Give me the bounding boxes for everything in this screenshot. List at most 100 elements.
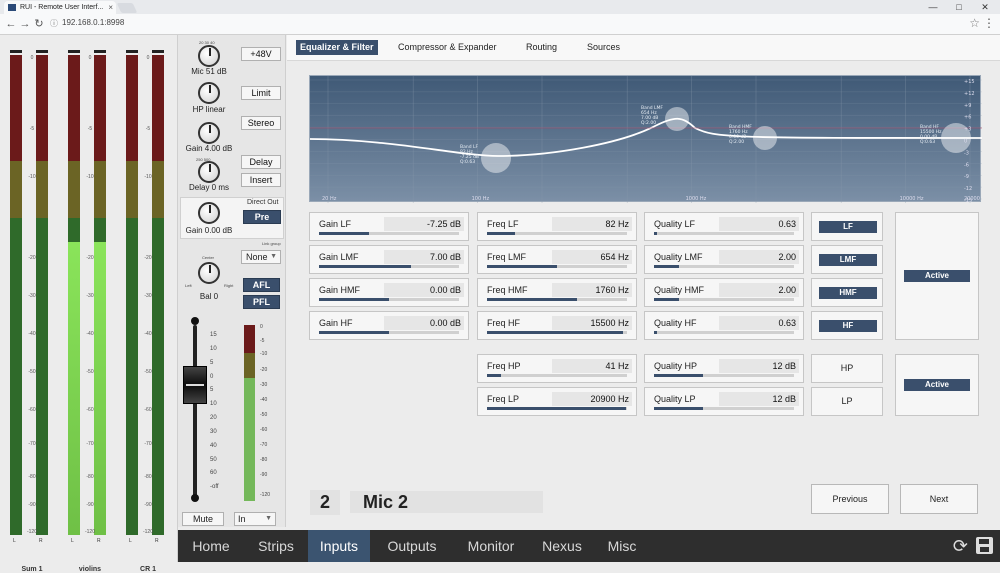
back-icon[interactable]: ← — [4, 16, 18, 32]
filter-active-toggle[interactable]: Active — [895, 354, 979, 416]
param-value[interactable]: 0.00 dB — [384, 283, 464, 297]
param-slider[interactable] — [319, 265, 459, 268]
band-toggle-lf[interactable]: LF — [811, 212, 883, 241]
insert-select[interactable]: In ▼ — [234, 512, 276, 526]
param-value[interactable]: 0.63 — [719, 217, 799, 231]
param-value[interactable]: 1760 Hz — [552, 283, 632, 297]
param-slider[interactable] — [319, 331, 459, 334]
phantom-48v-button[interactable]: +48V — [241, 47, 281, 61]
eq-curve-svg[interactable]: Band LF82 Hz-7.25 dBQ:0.63Band LMF654 Hz… — [310, 76, 982, 203]
param-slider[interactable] — [487, 298, 627, 301]
tab-sources[interactable]: Sources — [583, 40, 624, 55]
param-value[interactable]: 82 Hz — [552, 217, 632, 231]
gain-param[interactable]: Gain HMF 0.00 dB — [309, 278, 469, 307]
limit-button[interactable]: Limit — [241, 86, 281, 100]
nav-home[interactable]: Home — [182, 530, 240, 562]
info-icon[interactable]: ⓘ — [50, 18, 58, 29]
gain-knob[interactable] — [198, 122, 220, 144]
balance-knob[interactable] — [198, 262, 220, 284]
filter-freq-param[interactable]: Freq LP 20900 Hz — [477, 387, 637, 416]
param-slider[interactable] — [487, 407, 627, 410]
tab-routing[interactable]: Routing — [522, 40, 561, 55]
tab-equalizer-filter[interactable]: Equalizer & Filter — [296, 40, 378, 55]
param-slider[interactable] — [319, 232, 459, 235]
quality-param[interactable]: Quality LF 0.63 — [644, 212, 804, 241]
close-window-icon[interactable]: ✕ — [974, 0, 996, 14]
previous-button[interactable]: Previous — [811, 484, 889, 514]
quality-param[interactable]: Quality LMF 2.00 — [644, 245, 804, 274]
save-icon[interactable] — [976, 537, 993, 554]
eq-band-node-3[interactable] — [753, 126, 777, 150]
param-slider[interactable] — [487, 265, 627, 268]
gain-param[interactable]: Gain LF -7.25 dB — [309, 212, 469, 241]
new-tab-button[interactable] — [116, 3, 138, 13]
freq-param[interactable]: Freq LF 82 Hz — [477, 212, 637, 241]
forward-icon[interactable]: → — [18, 16, 32, 32]
param-slider[interactable] — [487, 331, 627, 334]
param-slider[interactable] — [487, 232, 627, 235]
param-value[interactable]: 654 Hz — [552, 250, 632, 264]
volume-fader-handle[interactable] — [183, 366, 207, 404]
next-button[interactable]: Next — [900, 484, 978, 514]
band-toggle-hmf[interactable]: HMF — [811, 278, 883, 307]
nav-nexus[interactable]: Nexus — [533, 530, 591, 562]
insert-button[interactable]: Insert — [241, 173, 281, 187]
param-value[interactable]: 15500 Hz — [552, 316, 632, 330]
afl-button[interactable]: AFL — [243, 278, 280, 292]
browser-menu-icon[interactable]: ⋮ — [983, 16, 995, 30]
freq-param[interactable]: Freq LMF 654 Hz — [477, 245, 637, 274]
filter-toggle-lp[interactable]: LP — [811, 387, 883, 416]
nav-outputs[interactable]: Outputs — [376, 530, 448, 562]
filter-toggle-hp[interactable]: HP — [811, 354, 883, 383]
param-slider[interactable] — [319, 298, 459, 301]
param-slider[interactable] — [654, 232, 794, 235]
direct-out-gain-knob[interactable] — [198, 202, 220, 224]
eq-band-node-1[interactable] — [481, 143, 511, 173]
tab-compressor-expander[interactable]: Compressor & Expander — [394, 40, 501, 55]
freq-param[interactable]: Freq HF 15500 Hz — [477, 311, 637, 340]
quality-param[interactable]: Quality HF 0.63 — [644, 311, 804, 340]
quality-param[interactable]: Quality HMF 2.00 — [644, 278, 804, 307]
param-slider[interactable] — [654, 407, 794, 410]
freq-param[interactable]: Freq HMF 1760 Hz — [477, 278, 637, 307]
hp-knob[interactable] — [198, 82, 220, 104]
reload-icon[interactable]: ↻ — [32, 16, 46, 32]
delay-knob[interactable] — [198, 161, 220, 183]
eq-active-toggle[interactable]: Active — [895, 212, 979, 340]
param-slider[interactable] — [654, 298, 794, 301]
param-value[interactable]: 0.63 — [719, 316, 799, 330]
param-value[interactable]: 0.00 dB — [384, 316, 464, 330]
nav-monitor[interactable]: Monitor — [456, 530, 526, 562]
param-slider[interactable] — [654, 374, 794, 377]
nav-strips[interactable]: Strips — [248, 530, 304, 562]
filter-quality-param[interactable]: Quality LP 12 dB — [644, 387, 804, 416]
browser-tab[interactable]: RUI - Remote User Interf... × — [4, 1, 116, 14]
nav-misc[interactable]: Misc — [598, 530, 646, 562]
band-toggle-lmf[interactable]: LMF — [811, 245, 883, 274]
mic-gain-knob[interactable] — [198, 45, 220, 67]
tab-close-icon[interactable]: × — [108, 1, 113, 14]
param-value[interactable]: 2.00 — [719, 250, 799, 264]
gain-param[interactable]: Gain LMF 7.00 dB — [309, 245, 469, 274]
minimize-icon[interactable]: — — [922, 0, 944, 14]
param-slider[interactable] — [487, 374, 627, 377]
param-slider[interactable] — [654, 331, 794, 334]
param-value[interactable]: -7.25 dB — [384, 217, 464, 231]
url-input[interactable]: 192.168.0.1:8998 — [62, 18, 124, 27]
refresh-icon[interactable]: ⟳ — [953, 536, 968, 557]
nav-inputs[interactable]: Inputs — [308, 530, 370, 562]
band-toggle-hf[interactable]: HF — [811, 311, 883, 340]
param-value[interactable]: 12 dB — [719, 359, 799, 373]
param-value[interactable]: 12 dB — [719, 392, 799, 406]
mute-button[interactable]: Mute — [182, 512, 224, 526]
bookmark-star-icon[interactable]: ☆ — [969, 16, 980, 30]
eq-band-node-2[interactable] — [665, 107, 689, 131]
maximize-icon[interactable]: □ — [948, 0, 970, 14]
param-value[interactable]: 41 Hz — [552, 359, 632, 373]
delay-button[interactable]: Delay — [241, 155, 281, 169]
pfl-button[interactable]: PFL — [243, 295, 280, 309]
param-value[interactable]: 2.00 — [719, 283, 799, 297]
param-value[interactable]: 20900 Hz — [552, 392, 632, 406]
filter-quality-param[interactable]: Quality HP 12 dB — [644, 354, 804, 383]
param-value[interactable]: 7.00 dB — [384, 250, 464, 264]
